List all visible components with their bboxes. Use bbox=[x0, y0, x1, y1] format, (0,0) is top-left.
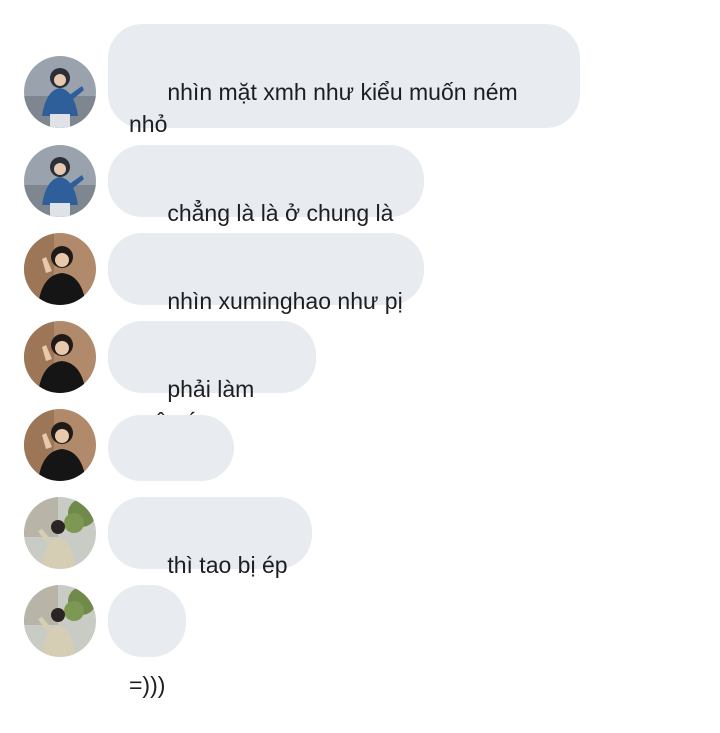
message-bubble[interactable]: thì tao bị ép mà bbox=[108, 497, 312, 610]
avatar-girl-blue-hoodie[interactable] bbox=[24, 145, 96, 217]
message-bubble[interactable]: =))) bbox=[108, 585, 186, 698]
message-bubble[interactable] bbox=[108, 415, 234, 536]
chat-thread: nhìn mặt xmh như kiểu muốn ném nhỏ yourn… bbox=[0, 0, 720, 698]
message-bubble[interactable]: nhìn mặt xmh như kiểu muốn ném nhỏ yourn… bbox=[108, 24, 580, 169]
avatar-person-outdoor[interactable] bbox=[24, 497, 96, 569]
avatar-girl-blue-hoodie[interactable] bbox=[24, 56, 96, 128]
message-bubble[interactable]: chẳng là là ở chung là thui bbox=[108, 145, 424, 258]
message-bubble[interactable]: phải làm quậy á bbox=[108, 321, 316, 434]
avatar-boy-black-shirt[interactable] bbox=[24, 233, 96, 305]
avatar-boy-black-shirt[interactable] bbox=[24, 321, 96, 393]
avatar-boy-black-shirt[interactable] bbox=[24, 409, 96, 481]
message-bubble[interactable]: nhìn xuminghao như pị ép bbox=[108, 233, 424, 346]
message-text: =))) bbox=[129, 672, 166, 698]
avatar-person-outdoor[interactable] bbox=[24, 585, 96, 657]
